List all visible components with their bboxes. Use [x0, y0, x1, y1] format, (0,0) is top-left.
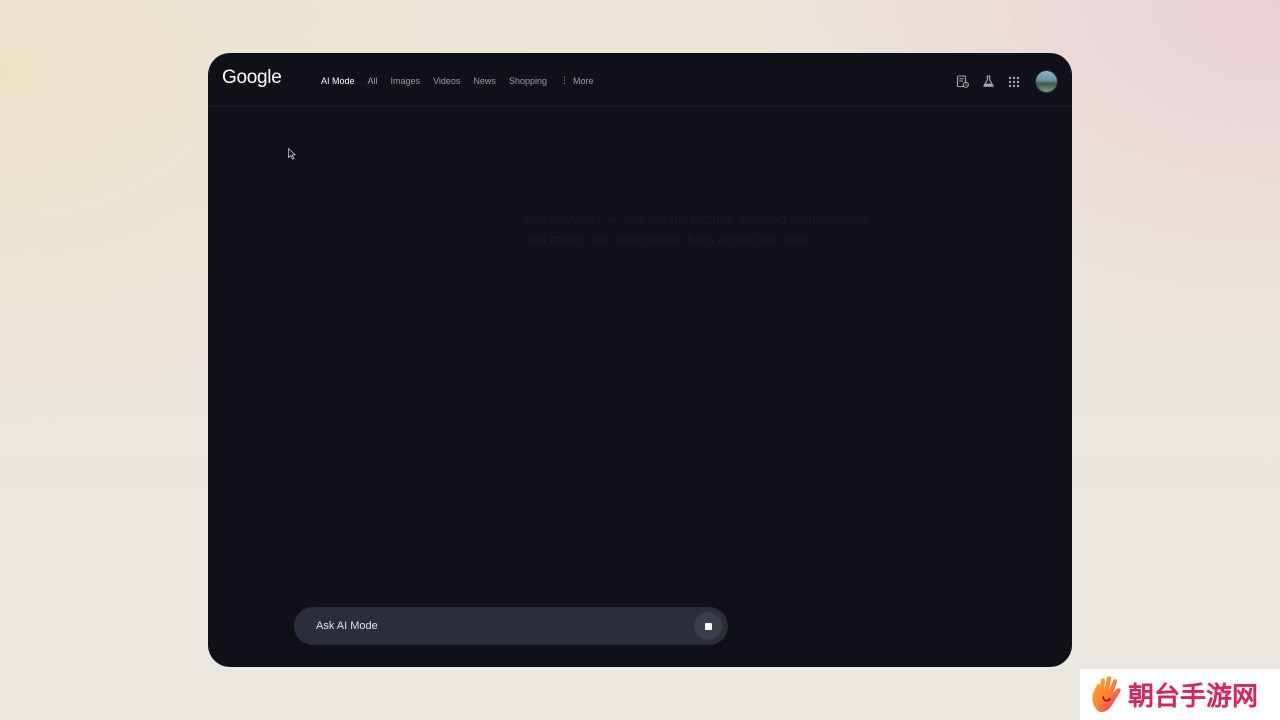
site-watermark: 朝台手游网 [1080, 669, 1280, 720]
tab-more[interactable]: ⋮ More [560, 75, 594, 86]
browser-window: Google AI Mode All Images Videos News Sh… [208, 53, 1072, 667]
tab-news[interactable]: News [473, 76, 496, 86]
tab-videos[interactable]: Videos [433, 76, 460, 86]
tab-shopping[interactable]: Shopping [509, 76, 547, 86]
hand-logo-icon [1092, 675, 1121, 712]
ask-ai-mode-bar [294, 607, 728, 645]
mouse-cursor-icon [288, 148, 296, 160]
tab-ai-mode[interactable]: AI Mode [321, 76, 355, 86]
watermark-text: 朝台手游网 [1128, 682, 1259, 712]
tab-images[interactable]: Images [391, 76, 421, 86]
tab-more-label: More [572, 75, 594, 86]
more-vert-icon: ⋮ [559, 75, 569, 85]
labs-flask-icon[interactable] [980, 74, 996, 90]
history-icon[interactable] [954, 74, 970, 90]
google-logo[interactable]: Google [222, 67, 282, 89]
search-tabs: AI Mode All Images Videos News Shopping … [321, 75, 594, 86]
top-bar: Google AI Mode All Images Videos News Sh… [208, 53, 1072, 107]
response-placeholder-text: Ask anything — see the full picture, det… [524, 212, 871, 247]
stop-button[interactable] [694, 612, 722, 640]
header-actions [954, 70, 1058, 93]
apps-grid-icon[interactable] [1006, 74, 1022, 90]
stop-icon [704, 622, 712, 630]
ask-ai-mode-input[interactable] [316, 607, 676, 645]
account-avatar[interactable] [1035, 70, 1058, 93]
tab-all[interactable]: All [368, 76, 378, 86]
